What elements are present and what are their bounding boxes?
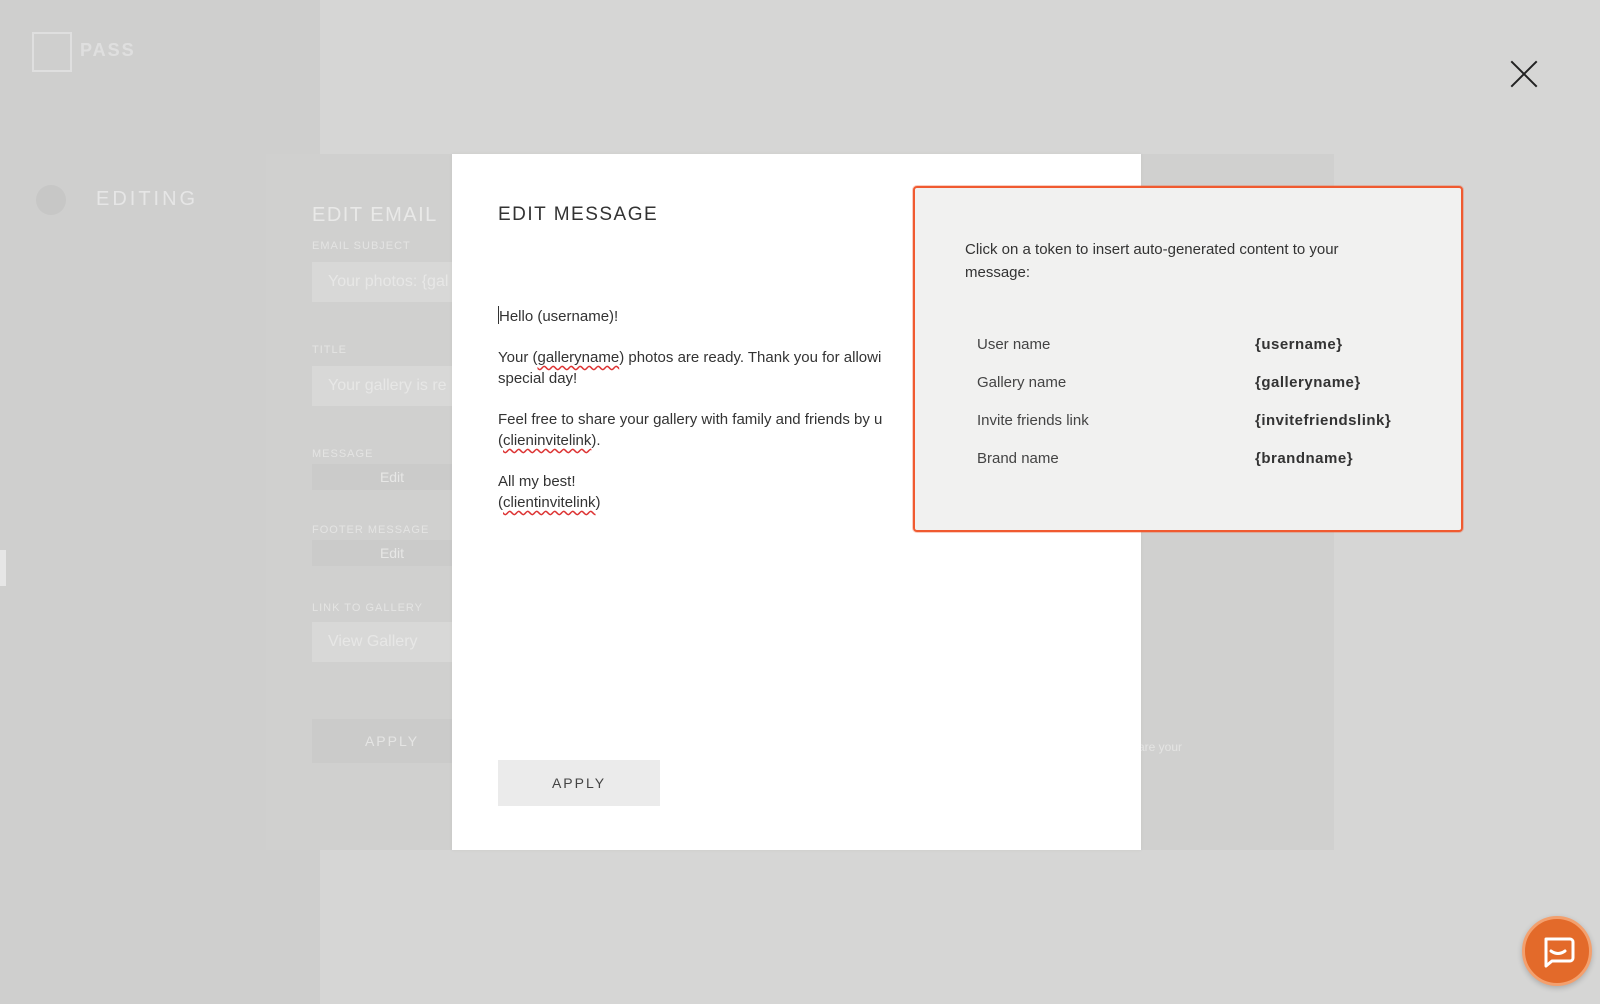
token-panel-intro: Click on a token to insert auto-generate… [965, 241, 1339, 281]
message-line: Hello (username)! [498, 306, 619, 325]
token-panel: Click on a token to insert auto-generate… [913, 186, 1463, 532]
message-label: MESSAGE [312, 448, 374, 460]
token-item-brandname[interactable]: Brand name {brandname} [965, 442, 1415, 476]
token-value[interactable]: {username} [1255, 336, 1343, 353]
apply-button[interactable]: APPLY [498, 760, 660, 806]
message-line: Your (galleryname) photos are ready. Tha… [498, 349, 882, 387]
token-item-username[interactable]: User name {username} [965, 328, 1415, 362]
token-name: Gallery name [977, 374, 1067, 391]
sidebar-active-indicator [0, 550, 6, 586]
editing-icon [36, 185, 66, 215]
chat-button[interactable] [1522, 916, 1592, 986]
message-edit-button[interactable]: Edit [312, 464, 472, 490]
edit-message-title: EDIT MESSAGE [498, 204, 659, 225]
message-line: Feel free to share your gallery with fam… [498, 411, 883, 449]
footer-message-label: FOOTER MESSAGE [312, 524, 430, 536]
token-item-galleryname[interactable]: Gallery name {galleryname} [965, 366, 1415, 400]
chat-icon [1544, 937, 1575, 968]
footer-edit-button[interactable]: Edit [312, 540, 472, 566]
close-icon[interactable] [1508, 58, 1540, 90]
title-label: TITLE [312, 344, 347, 356]
edit-email-apply-button[interactable]: APPLY [312, 719, 472, 763]
token-value[interactable]: {brandname} [1255, 450, 1353, 467]
token-item-invitefriendslink[interactable]: Invite friends link {invitefriendslink} [965, 404, 1415, 438]
token-value[interactable]: {invitefriendslink} [1255, 412, 1391, 429]
email-subject-label: EMAIL SUBJECT [312, 240, 411, 252]
message-editor[interactable]: Hello (username)! Your (galleryname) pho… [498, 306, 918, 533]
edit-email-title: EDIT EMAIL [312, 204, 438, 226]
hint-text: are your [1138, 740, 1183, 754]
brand-logo: PASS [32, 32, 142, 74]
token-value[interactable]: {galleryname} [1255, 374, 1361, 391]
token-name: Brand name [977, 450, 1059, 467]
message-line: All my best! (clientinvitelink) [498, 473, 601, 511]
token-name: Invite friends link [977, 412, 1089, 429]
token-name: User name [977, 336, 1051, 353]
link-to-gallery-label: LINK TO GALLERY [312, 602, 423, 614]
sidebar-item-editing: EDITING [96, 188, 199, 210]
